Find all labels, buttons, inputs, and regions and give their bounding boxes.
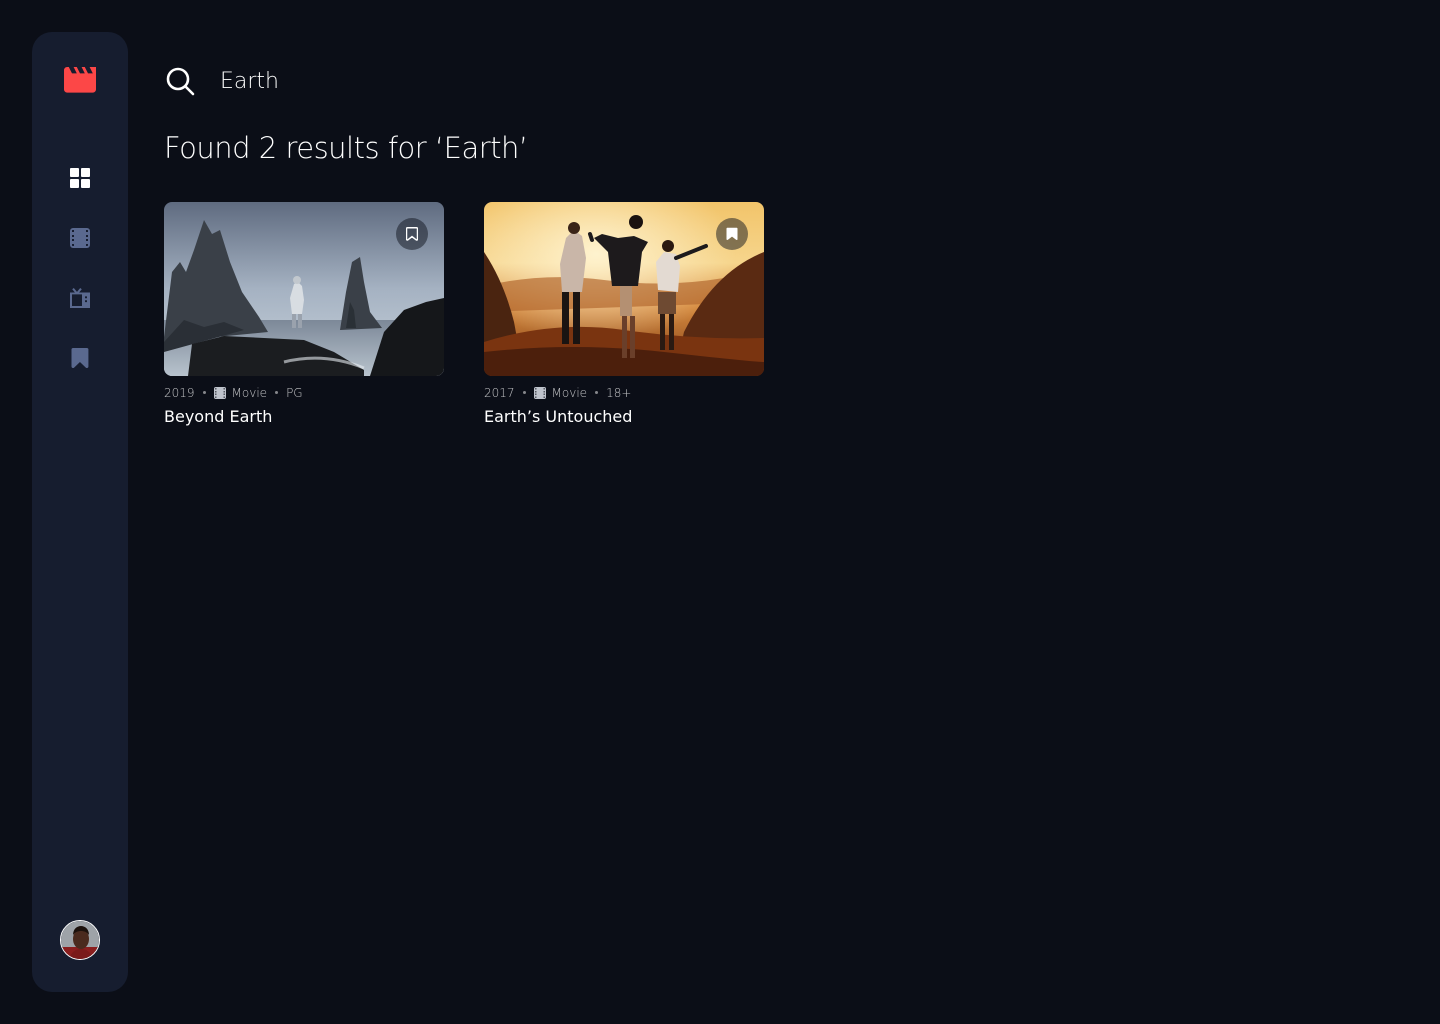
card-category: Movie	[551, 385, 588, 400]
separator-dot	[275, 391, 279, 394]
separator-dot	[522, 391, 526, 394]
bookmark-icon	[71, 348, 89, 368]
result-card: 2017 Movie 18+ Earth’s Untouched	[484, 202, 764, 426]
nav-bookmarked[interactable]	[70, 348, 90, 368]
bookmark-filled-icon	[726, 227, 738, 240]
bookmark-button[interactable]	[716, 218, 748, 250]
card-thumbnail[interactable]	[164, 202, 444, 376]
bookmark-button[interactable]	[396, 218, 428, 250]
card-meta: 2019 Movie PG	[164, 385, 444, 400]
separator-dot	[202, 391, 206, 394]
movie-clapper-icon[interactable]	[64, 67, 96, 93]
card-year: 2017	[484, 385, 515, 400]
results-title: Found 2 results for ‘Earth’	[164, 131, 528, 165]
film-icon	[70, 228, 90, 248]
card-rating: 18+	[606, 385, 632, 400]
nav-movies[interactable]	[70, 228, 90, 248]
result-card: 2019 Movie PG Beyond Earth	[164, 202, 444, 426]
user-avatar-icon	[61, 921, 99, 959]
separator-dot	[595, 391, 599, 394]
card-year: 2019	[164, 385, 195, 400]
search-icon[interactable]	[164, 65, 196, 97]
avatar[interactable]	[60, 920, 100, 960]
nav-home[interactable]	[70, 168, 90, 188]
search-bar	[164, 64, 1404, 98]
film-icon	[533, 386, 546, 399]
card-title[interactable]: Earth’s Untouched	[484, 407, 764, 426]
card-title[interactable]: Beyond Earth	[164, 407, 444, 426]
bookmark-empty-icon	[406, 227, 418, 241]
sidebar	[32, 32, 128, 992]
film-icon	[213, 386, 226, 399]
tv-icon	[70, 288, 90, 308]
card-thumbnail[interactable]	[484, 202, 764, 376]
card-rating: PG	[286, 385, 303, 400]
nav-tv-series[interactable]	[70, 288, 90, 308]
card-meta: 2017 Movie 18+	[484, 385, 764, 400]
card-category: Movie	[231, 385, 268, 400]
search-input[interactable]	[220, 64, 1404, 98]
grid-icon	[70, 168, 90, 188]
